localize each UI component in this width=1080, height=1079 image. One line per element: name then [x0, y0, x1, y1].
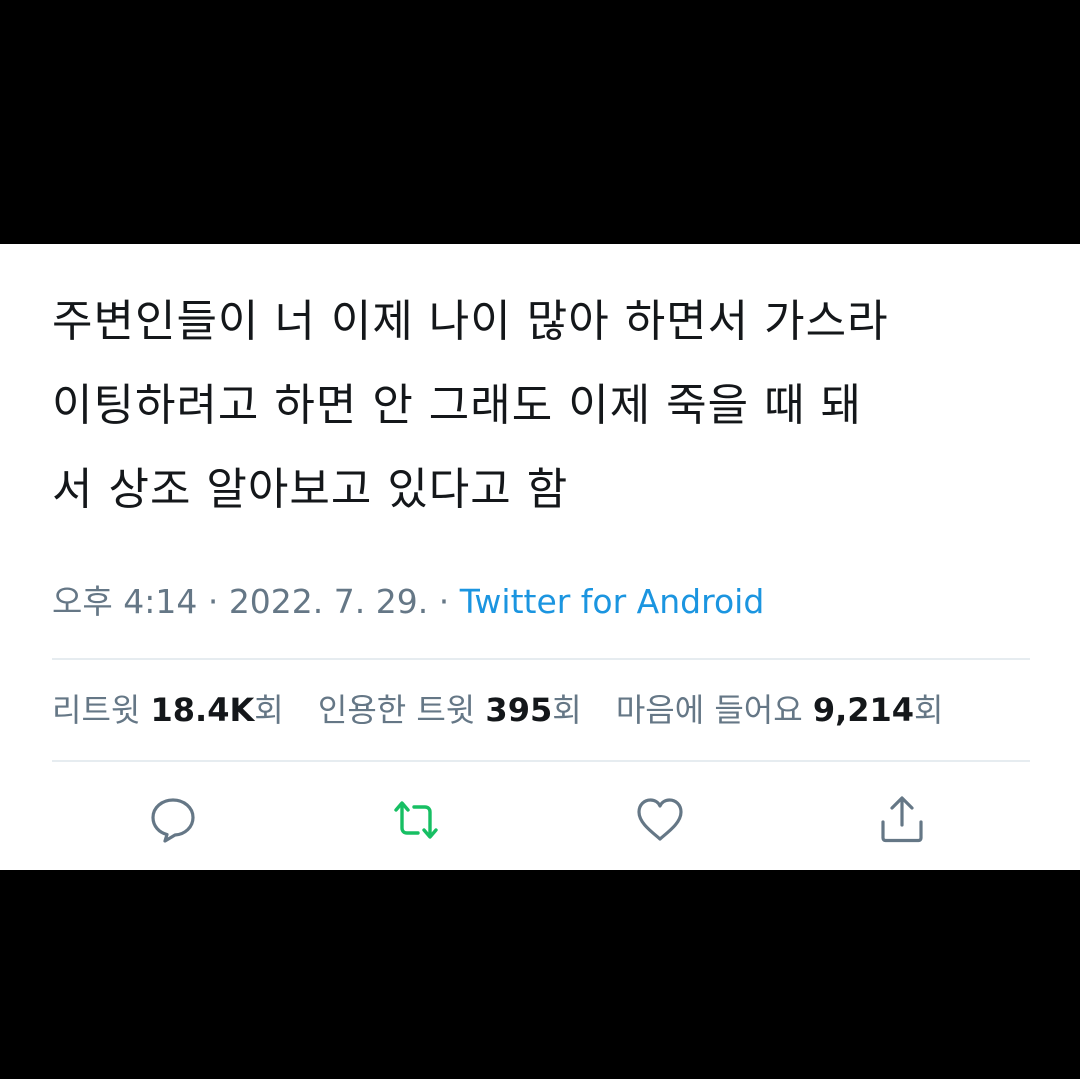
retweet-button[interactable] — [388, 792, 444, 848]
tweet-time[interactable]: 오후 4:14 — [52, 582, 197, 621]
tweet-text: 주변인들이 너 이제 나이 많아 하면서 가스라 이팅하려고 하면 안 그래도 … — [52, 280, 1042, 532]
share-button[interactable] — [874, 792, 930, 848]
quotes-stat[interactable]: 인용한 트윗 395회 — [318, 691, 582, 729]
like-button[interactable] — [632, 792, 688, 848]
likes-count: 9,214 — [812, 691, 915, 729]
tweet-source-link[interactable]: Twitter for Android — [460, 582, 765, 621]
quotes-label: 인용한 트윗 — [317, 691, 476, 729]
quotes-count: 395 — [485, 691, 553, 729]
share-icon — [881, 796, 923, 843]
likes-label: 마음에 들어요 — [615, 691, 803, 729]
tweet-line-2: 이팅하려고 하면 안 그래도 이제 죽을 때 돼 — [52, 380, 863, 431]
meta-separator: · — [428, 582, 460, 621]
tweet-line-1: 주변인들이 너 이제 나이 많아 하면서 가스라 — [52, 296, 889, 347]
divider — [52, 658, 1030, 660]
retweets-unit: 회 — [254, 691, 284, 729]
retweets-stat[interactable]: 리트윗 18.4K회 — [52, 691, 284, 729]
likes-unit: 회 — [914, 691, 944, 729]
tweet-meta: 오후 4:14 · 2022. 7. 29. · Twitter for And… — [52, 580, 764, 624]
retweets-count: 18.4K — [150, 691, 255, 729]
divider — [52, 760, 1030, 762]
tweet-date[interactable]: 2022. 7. 29. — [229, 582, 428, 621]
meta-separator: · — [197, 582, 229, 621]
tweet-stats: 리트윗 18.4K회 인용한 트윗 395회 마음에 들어요 9,214회 — [52, 688, 968, 732]
retweets-label: 리트윗 — [52, 691, 141, 729]
reply-icon — [151, 798, 195, 843]
heart-icon — [637, 798, 683, 841]
retweet-icon — [394, 801, 438, 839]
likes-stat[interactable]: 마음에 들어요 9,214회 — [616, 691, 944, 729]
quotes-unit: 회 — [552, 691, 582, 729]
reply-button[interactable] — [145, 792, 201, 848]
tweet-card: 주변인들이 너 이제 나이 많아 하면서 가스라 이팅하려고 하면 안 그래도 … — [0, 244, 1080, 870]
tweet-line-3: 서 상조 알아보고 있다고 함 — [52, 464, 569, 515]
